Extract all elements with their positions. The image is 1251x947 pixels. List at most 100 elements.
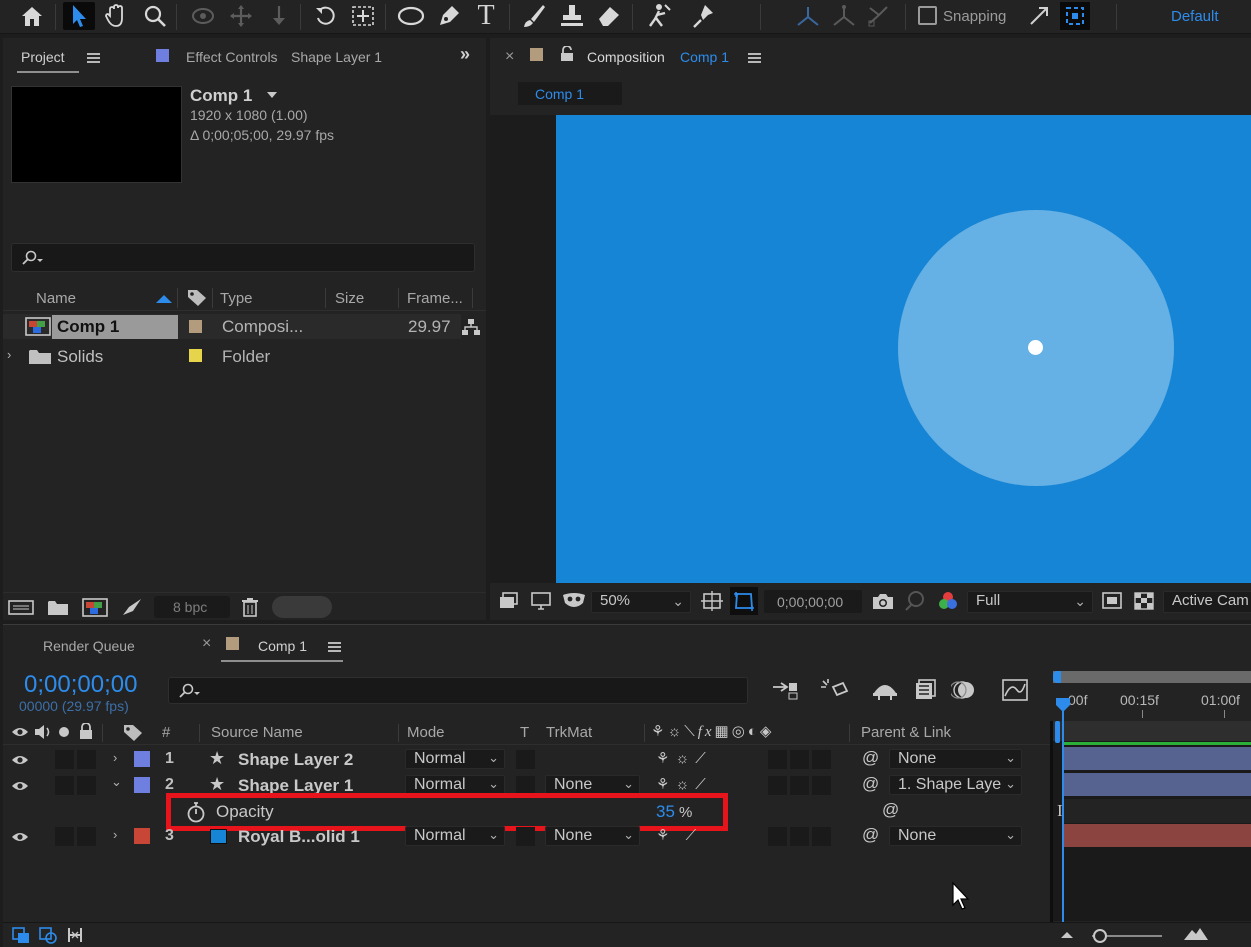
project-menu-icon[interactable] [87,53,100,63]
comp-mini-flowchart-icon[interactable] [771,679,799,701]
layer-bar[interactable] [1063,773,1251,796]
workspace-default[interactable]: Default [1171,8,1219,25]
video-eye-icon[interactable] [11,726,29,738]
timeline-timecode[interactable]: 0;00;00;00 [24,671,137,699]
axis-view-icon[interactable] [864,2,894,30]
dolly-icon[interactable] [264,2,294,30]
in-out-toggle-icon[interactable] [66,926,84,944]
zoom-out-icon[interactable] [1060,928,1074,940]
layer-row[interactable]: › 3 Royal B...olid 1 Normal ⌄ None ⌄ ⚘ ⟋ @… [6,824,1053,849]
timeline-search-input[interactable] [168,677,748,704]
pickwhip-icon[interactable]: @ [862,774,879,794]
playhead-handle-icon[interactable] [1055,697,1071,713]
expand-chevron-icon[interactable]: › [7,347,11,362]
timeline-track-area[interactable] [1053,721,1251,921]
flowchart-icon[interactable] [461,318,481,336]
expand-chevron-icon[interactable]: › [113,750,117,765]
new-composition-icon[interactable] [82,598,108,617]
eraser-icon[interactable] [594,2,624,30]
trkmat-select[interactable]: None ⌄ [545,775,640,795]
layer-switches[interactable]: ⚘ ⟋ [656,826,702,844]
expand-chevron-icon[interactable]: › [113,827,117,842]
orbit-icon[interactable] [188,2,218,30]
mode-select[interactable]: Normal ⌄ [405,775,505,795]
tab-timeline-comp[interactable]: Comp 1 [258,638,307,654]
trash-icon[interactable] [241,597,259,617]
axis-local-icon[interactable] [793,2,823,30]
work-area-bar[interactable] [1053,671,1251,683]
layer-row[interactable]: › 1 ★ Shape Layer 2 Normal ⌄ ⚘☼⟋ @ None ⌄ [6,747,1053,772]
graph-editor-icon[interactable] [1001,678,1029,702]
visibility-eye-icon[interactable] [11,780,29,792]
motion-blur-icon[interactable] [951,678,977,702]
pickwhip-icon[interactable]: @ [882,800,899,820]
parent-select[interactable]: None ⌄ [889,826,1022,846]
column-name[interactable]: Name [36,290,76,307]
region-of-interest-button[interactable] [730,587,758,615]
resolution-select[interactable]: Full ⌄ [967,591,1093,613]
zoom-slider-handle[interactable] [1093,929,1107,943]
lock-icon[interactable] [560,46,574,62]
project-item-folder[interactable]: › Solids Folder [3,344,461,369]
channel-rgb-icon[interactable] [937,590,959,612]
tab-effect-target[interactable]: Shape Layer 1 [291,49,382,65]
ellipse-icon[interactable] [396,2,426,30]
project-search-input[interactable] [11,243,475,272]
audio-speaker-icon[interactable] [33,724,53,740]
lock-icon[interactable] [79,723,93,740]
shy-layers-icon[interactable] [871,679,899,701]
show-snapshot-icon[interactable] [903,590,927,612]
hand-icon[interactable] [101,2,131,30]
tab-project[interactable]: Project [21,49,65,65]
pan-icon[interactable] [226,2,256,30]
project-settings-icon[interactable] [121,597,143,617]
layer-label-swatch[interactable] [134,828,150,844]
tab-composition[interactable]: Composition [587,49,665,65]
header-source-name[interactable]: Source Name [211,724,303,741]
transfer-controls-icon[interactable] [39,927,57,944]
anchor-point-dot[interactable] [1028,340,1043,355]
layer-bar[interactable] [1063,824,1251,847]
fast-preview-icon[interactable] [1101,591,1123,611]
mode-select[interactable]: Normal ⌄ [405,749,505,769]
mask-visibility-icon[interactable] [561,591,587,611]
parent-select[interactable]: 1. Shape Laye ⌄ [889,775,1022,795]
layer-switches-toggle-icon[interactable] [12,927,30,944]
label-tag-icon[interactable] [123,724,143,742]
sort-ascending-icon[interactable] [155,294,173,304]
zoom-select[interactable]: 50% ⌄ [591,591,691,613]
pan-behind-icon[interactable] [348,2,378,30]
layer-name[interactable]: Royal B...olid 1 [238,827,360,847]
zoom-in-icon[interactable] [1183,926,1209,942]
layer-switches[interactable]: ⚘☼⟋ [656,749,712,767]
label-swatch[interactable] [189,349,202,362]
project-item-comp[interactable]: Comp 1 Composi... 29.97 [3,314,461,339]
layer-label-swatch[interactable] [134,777,150,793]
rotate-icon[interactable] [311,2,341,30]
brush-icon[interactable] [519,2,549,30]
thumbnail-slider[interactable] [272,596,332,618]
bit-depth-button[interactable]: 8 bpc [173,599,207,615]
grid-guides-icon[interactable] [701,591,723,611]
snap-edges-icon[interactable] [1024,2,1054,30]
tab-composition-name[interactable]: Comp 1 [680,49,729,65]
always-preview-icon[interactable] [498,591,520,611]
label-tag-icon[interactable] [187,289,207,307]
draft-3d-icon[interactable] [819,677,849,703]
pen-icon[interactable] [434,2,464,30]
frame-blending-icon[interactable] [913,679,937,701]
home-icon[interactable] [17,2,47,30]
layer-label-swatch[interactable] [134,751,150,767]
comp-canvas[interactable] [556,115,1251,583]
work-area-start-handle[interactable] [1053,671,1061,683]
axis-world-icon[interactable] [829,2,859,30]
viewer-area[interactable] [490,115,1251,583]
current-time-field[interactable]: 0;00;00;00 [764,590,862,613]
zoom-icon[interactable] [140,2,170,30]
pickwhip-icon[interactable]: @ [862,748,879,768]
monitor-icon[interactable] [530,591,552,611]
panel-overflow-icon[interactable]: » [460,44,470,65]
breadcrumb-comp[interactable]: Comp 1 [535,86,584,102]
snap-features-icon[interactable] [1060,2,1090,30]
tab-render-queue[interactable]: Render Queue [43,638,135,654]
